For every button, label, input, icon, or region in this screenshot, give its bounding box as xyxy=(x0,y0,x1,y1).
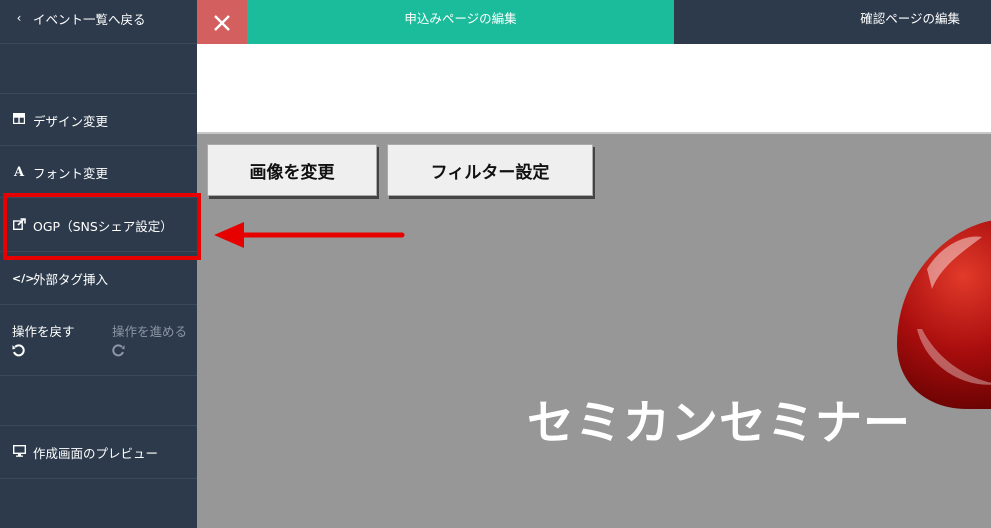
undo-label: 操作を戻す xyxy=(12,324,75,339)
sidebar-item-label: デザイン変更 xyxy=(33,113,109,129)
sidebar-item-label: フォント変更 xyxy=(33,165,109,181)
change-image-button[interactable]: 画像を変更 xyxy=(207,144,377,196)
sidebar-item-label: 作成画面のプレビュー xyxy=(33,446,159,461)
sidebar-item-font-inner: A フォント変更 xyxy=(0,146,197,198)
sidebar-spacer xyxy=(0,44,197,94)
sidebar: ‹ イベント一覧へ戻る デザイン変更 A フォント変更 OGP（SNSシェア設定… xyxy=(0,0,197,528)
sidebar-spacer-2 xyxy=(0,376,197,426)
highlight-box xyxy=(3,193,201,260)
back-label: イベント一覧へ戻る xyxy=(33,11,146,27)
page-header-area xyxy=(197,44,991,134)
undo-icon xyxy=(12,344,75,361)
back-to-events-row: ‹ イベント一覧へ戻る xyxy=(0,0,197,44)
event-title: セミカンセミナー xyxy=(527,396,911,451)
code-icon: </> xyxy=(12,272,35,285)
hero-image-area: 画像を変更 フィルター設定 セミカンセミナー xyxy=(197,134,991,528)
history-controls: 操作を戻す 操作を進める xyxy=(0,305,197,376)
grid-icon xyxy=(12,112,26,127)
heart-image xyxy=(897,220,991,409)
sidebar-item-design-inner: デザイン変更 xyxy=(0,94,197,146)
redo-label: 操作を進める xyxy=(112,324,188,339)
sidebar-item-label: 外部タグ挿入 xyxy=(33,272,109,287)
redo-icon xyxy=(112,344,187,361)
close-icon xyxy=(213,7,231,37)
filter-settings-button[interactable]: フィルター設定 xyxy=(387,144,593,196)
chevron-left-icon: ‹ xyxy=(16,11,22,25)
back-to-events-link[interactable]: ‹ イベント一覧へ戻る xyxy=(0,0,197,36)
undo-button[interactable]: 操作を戻す xyxy=(12,321,75,361)
top-bar: 申込みページの編集 確認ページの編集 xyxy=(197,0,991,44)
sidebar-item-preview[interactable]: 作成画面のプレビュー xyxy=(0,426,197,479)
tab-edit-confirm-page[interactable]: 確認ページの編集 xyxy=(674,0,991,44)
font-icon: A xyxy=(13,164,25,180)
close-button[interactable] xyxy=(197,0,247,44)
redo-button[interactable]: 操作を進める xyxy=(112,321,187,361)
tab-edit-apply-page[interactable]: 申込みページの編集 xyxy=(247,0,674,44)
red-arrow-annotation xyxy=(214,222,405,248)
monitor-icon xyxy=(12,444,26,460)
sidebar-item-preview-inner: 作成画面のプレビュー xyxy=(0,426,197,479)
sidebar-item-font[interactable]: A フォント変更 xyxy=(0,146,197,198)
sidebar-item-design[interactable]: デザイン変更 xyxy=(0,94,197,146)
